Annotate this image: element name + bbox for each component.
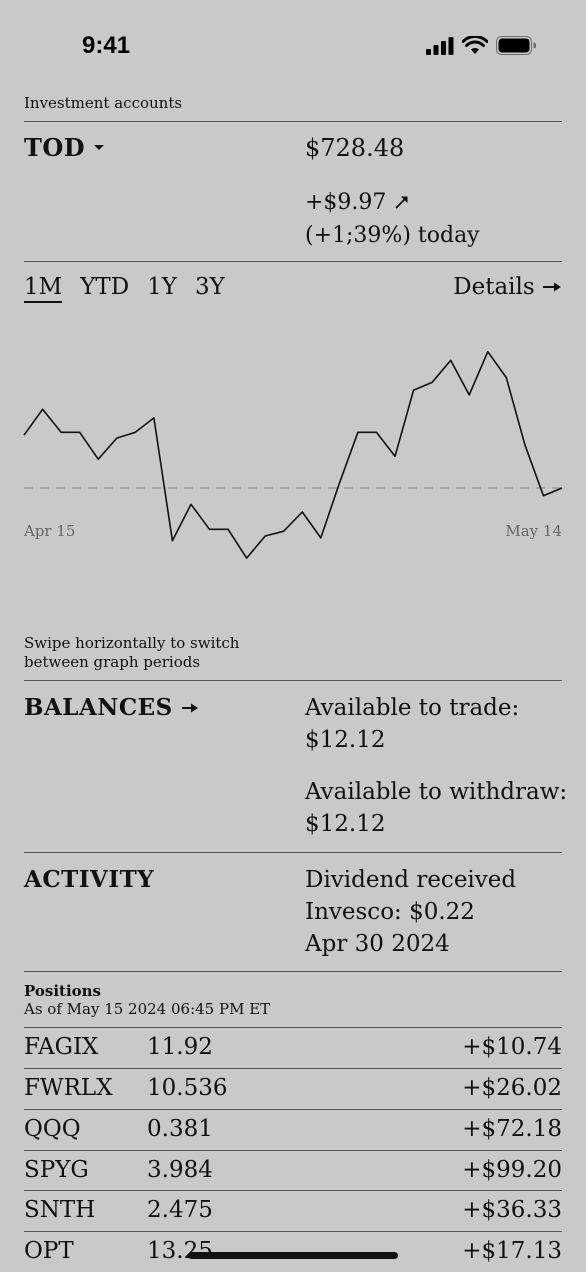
- divider: [24, 1027, 562, 1028]
- signal-icon: [426, 36, 454, 55]
- position-gain: +$17.13: [462, 1238, 562, 1264]
- position-symbol: SNTH: [24, 1197, 96, 1223]
- change-percent: (+1;39%) today: [305, 223, 480, 248]
- balances-link[interactable]: BALANCES: [24, 694, 199, 721]
- position-row[interactable]: SPYG 3.984 +$99.20: [24, 1150, 562, 1191]
- account-selector[interactable]: TOD: [24, 133, 105, 162]
- swipe-hint: Swipe horizontally to switch between gra…: [24, 634, 240, 671]
- chart-series-line: [23, 350, 563, 559]
- activity-line: Apr 30 2024: [305, 931, 450, 957]
- position-gain: +$26.02: [462, 1075, 562, 1101]
- position-row[interactable]: FWRLX 10.536 +$26.02: [24, 1068, 562, 1109]
- account-name: TOD: [24, 133, 86, 162]
- position-gain: +$72.18: [462, 1116, 562, 1142]
- account-value: $728.48: [305, 134, 405, 162]
- position-row[interactable]: SNTH 2.475 +$36.33: [24, 1190, 562, 1231]
- position-symbol: OPT: [24, 1238, 74, 1264]
- position-gain: +$36.33: [462, 1197, 562, 1223]
- tab-1m[interactable]: 1M: [24, 274, 63, 303]
- divider: [24, 1231, 562, 1232]
- change-amount: +$9.97: [305, 190, 387, 215]
- position-gain: +$99.20: [462, 1157, 562, 1183]
- account-change: +$9.97 (+1;39%) today: [305, 186, 480, 252]
- battery-icon: [496, 36, 536, 55]
- available-to-withdraw-label: Available to withdraw:: [305, 779, 568, 805]
- position-row[interactable]: FAGIX 11.92 +$10.74: [24, 1027, 562, 1068]
- caret-down-icon: [94, 144, 105, 150]
- divider: [24, 261, 562, 262]
- divider: [24, 1068, 562, 1069]
- position-quantity: 0.381: [147, 1116, 213, 1142]
- tab-3y[interactable]: 3Y: [195, 274, 225, 303]
- position-gain: +$10.74: [462, 1034, 562, 1060]
- position-quantity: 10.536: [147, 1075, 228, 1101]
- arrow-right-icon: [543, 282, 561, 292]
- positions-header: Positions As of May 15 2024 06:45 PM ET: [24, 982, 270, 1018]
- status-icons: [426, 36, 536, 55]
- status-bar: 9:41: [0, 0, 586, 90]
- activity-title[interactable]: ACTIVITY: [24, 866, 154, 893]
- status-time: 9:41: [82, 32, 131, 59]
- position-quantity: 3.984: [147, 1157, 213, 1183]
- available-to-trade-value: $12.12: [305, 727, 386, 753]
- tab-ytd[interactable]: YTD: [80, 274, 129, 303]
- divider: [24, 1190, 562, 1191]
- details-link[interactable]: Details: [453, 274, 562, 300]
- positions-as-of: As of May 15 2024 06:45 PM ET: [24, 1000, 271, 1018]
- position-symbol: SPYG: [24, 1157, 89, 1183]
- divider: [24, 971, 562, 972]
- position-row[interactable]: QQQ 0.381 +$72.18: [24, 1109, 562, 1150]
- activity-detail: Dividend received Invesco: $0.22 Apr 30 …: [305, 864, 516, 960]
- period-tabs: 1M YTD 1Y 3Y: [24, 274, 225, 303]
- section-title-investment-accounts: Investment accounts: [24, 94, 183, 112]
- chart-start-label: Apr 15: [23, 522, 75, 540]
- balances-detail: Available to trade: $12.12 Available to …: [305, 692, 567, 840]
- price-chart[interactable]: Apr 15 May 14: [0, 330, 586, 580]
- arrow-right-icon: [182, 703, 199, 713]
- home-indicator[interactable]: [188, 1252, 398, 1259]
- wifi-icon: [462, 36, 488, 54]
- divider: [24, 852, 562, 853]
- position-quantity: 2.475: [147, 1197, 213, 1223]
- divider: [24, 1109, 562, 1110]
- position-quantity: 13.25: [147, 1238, 213, 1264]
- available-to-trade-label: Available to trade:: [305, 695, 520, 721]
- chart-end-label: May 14: [505, 522, 562, 540]
- position-symbol: FAGIX: [24, 1034, 99, 1060]
- position-symbol: QQQ: [24, 1116, 81, 1142]
- balances-title: BALANCES: [24, 694, 173, 721]
- divider: [24, 680, 562, 681]
- arrow-up-right-icon: [395, 196, 409, 209]
- position-quantity: 11.92: [147, 1034, 213, 1060]
- available-to-withdraw-value: $12.12: [305, 811, 386, 837]
- activity-line: Dividend received: [305, 867, 517, 893]
- tab-1y[interactable]: 1Y: [147, 274, 177, 303]
- position-symbol: FWRLX: [24, 1075, 113, 1101]
- activity-line: Invesco: $0.22: [305, 899, 475, 925]
- divider: [24, 121, 562, 122]
- details-label: Details: [453, 274, 535, 300]
- divider: [24, 1150, 562, 1151]
- positions-title: Positions: [24, 982, 102, 1000]
